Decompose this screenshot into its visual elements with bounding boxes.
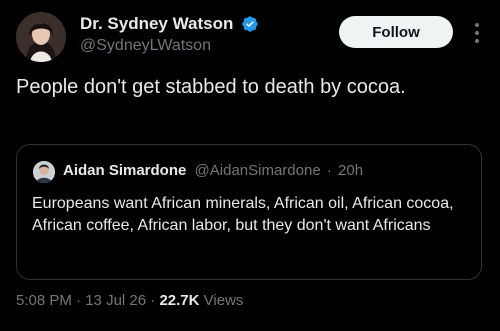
tweet-date[interactable]: 13 Jul 26	[85, 292, 146, 309]
quoted-tweet-text: Europeans want African minerals, African…	[32, 195, 454, 234]
quoted-author-line: Aidan Simardone @AidanSimardone · 20h	[63, 162, 363, 179]
footer-separator: ·	[150, 292, 156, 309]
follow-button[interactable]: Follow	[339, 16, 453, 48]
quoted-author-handle[interactable]: @AidanSimardone	[195, 162, 321, 179]
tweet-footer: 5:08 PM · 13 Jul 26 · 22.7K Views	[16, 292, 243, 309]
quoted-separator: ·	[326, 162, 332, 179]
author-handle[interactable]: @SydneyLWatson	[80, 37, 259, 55]
quoted-tweet[interactable]: Aidan Simardone @AidanSimardone · 20h Eu…	[16, 144, 482, 280]
footer-separator: ·	[76, 292, 82, 309]
tweet-header: Dr. Sydney Watson @SydneyLWatson Follow	[16, 10, 486, 62]
views-label: Views	[203, 292, 244, 309]
tweet-text: People don't get stabbed to death by coc…	[16, 76, 406, 98]
quoted-author-avatar[interactable]	[33, 161, 55, 183]
author-name-block: Dr. Sydney Watson @SydneyLWatson	[80, 14, 259, 55]
quoted-time[interactable]: 20h	[338, 162, 363, 179]
views-count: 22.7K	[159, 292, 200, 309]
verified-badge-icon	[242, 16, 258, 32]
author-avatar[interactable]	[16, 12, 66, 62]
quoted-author-name[interactable]: Aidan Simardone	[63, 162, 186, 179]
more-options-icon[interactable]	[472, 20, 482, 46]
quoted-avatar-photo-icon	[33, 161, 55, 183]
tweet-time[interactable]: 5:08 PM	[16, 292, 72, 309]
avatar-photo-icon	[16, 12, 66, 62]
author-display-name[interactable]: Dr. Sydney Watson	[80, 14, 233, 34]
tweet: Dr. Sydney Watson @SydneyLWatson Follow …	[0, 0, 500, 331]
